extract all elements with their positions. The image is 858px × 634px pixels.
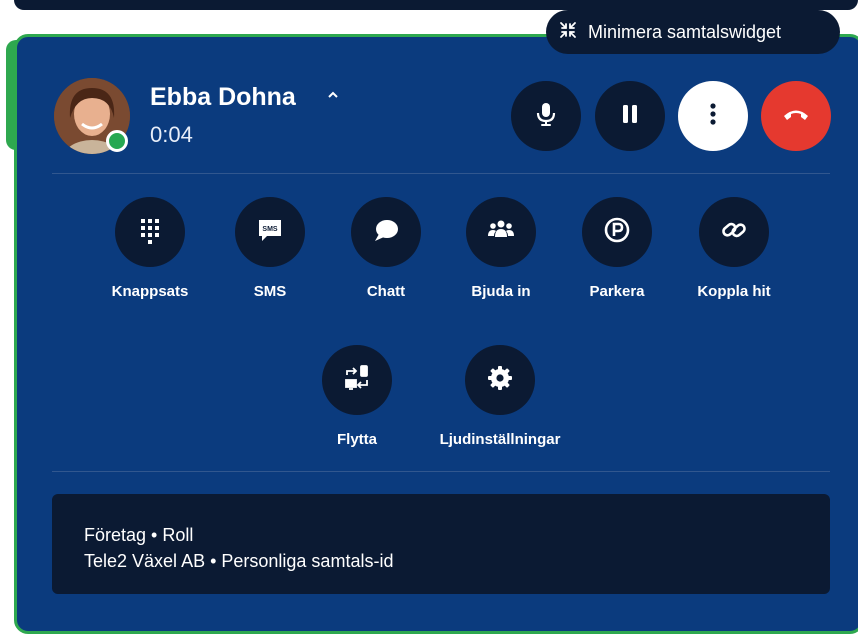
mute-button[interactable] [511, 81, 581, 151]
transfer-device-icon [342, 363, 372, 398]
caret-up-icon[interactable] [327, 90, 339, 100]
minimize-arrows-icon [558, 20, 578, 45]
call-timer: 0:04 [150, 122, 193, 147]
action-label: SMS [253, 283, 287, 300]
pause-icon [615, 99, 645, 134]
action-keypad[interactable]: Knappsats [85, 197, 215, 300]
action-label: Flytta [336, 431, 377, 448]
svg-text:SMS: SMS [262, 226, 278, 233]
action-audio-settings[interactable]: Ljudinställningar [435, 345, 565, 448]
keypad-icon [135, 215, 165, 250]
more-options-button[interactable] [678, 81, 748, 151]
top-dark-bar [14, 0, 858, 10]
action-sms[interactable]: SMS SMS [205, 197, 335, 300]
action-keypad-circle[interactable] [115, 197, 185, 267]
link-icon [719, 215, 749, 250]
action-invite[interactable]: Bjuda in [436, 197, 566, 300]
action-chat-circle[interactable] [351, 197, 421, 267]
gear-icon [485, 363, 515, 398]
action-park[interactable]: Parkera [552, 197, 682, 300]
people-icon [486, 215, 516, 250]
action-connect-here[interactable]: Koppla hit [669, 197, 799, 300]
action-label: Knappsats [111, 283, 189, 300]
info-line-company-role: Företag • Roll [84, 525, 194, 545]
hold-button[interactable] [595, 81, 665, 151]
microphone-icon [531, 99, 561, 134]
parking-icon [602, 215, 632, 250]
action-sms-circle[interactable]: SMS [235, 197, 305, 267]
action-label: Koppla hit [697, 283, 771, 300]
sms-icon: SMS [255, 215, 285, 250]
action-invite-circle[interactable] [466, 197, 536, 267]
divider-top [52, 173, 830, 174]
action-chat[interactable]: Chatt [321, 197, 451, 300]
minimize-widget-button[interactable]: Minimera samtalswidget [546, 10, 840, 54]
action-move[interactable]: Flytta [292, 345, 422, 448]
more-vertical-icon [698, 99, 728, 134]
action-label: Chatt [366, 283, 406, 300]
hang-up-icon [781, 99, 811, 134]
action-park-circle[interactable] [582, 197, 652, 267]
caller-name: Ebba Dohna [150, 83, 296, 111]
action-label: Parkera [589, 283, 645, 300]
hang-up-button[interactable] [761, 81, 831, 151]
action-label: Bjuda in [471, 283, 531, 300]
action-audio-settings-circle[interactable] [465, 345, 535, 415]
call-info-box: Företag • Roll Tele2 Växel AB • Personli… [52, 494, 830, 594]
minimize-label: Minimera samtalswidget [588, 21, 782, 42]
info-line-company-id: Tele2 Växel AB • Personliga samtals-id [84, 551, 394, 571]
chat-bubble-icon [371, 215, 401, 250]
action-move-circle[interactable] [322, 345, 392, 415]
action-connect-here-circle[interactable] [699, 197, 769, 267]
action-label: Ljudinställningar [439, 431, 561, 448]
divider-bottom [52, 471, 830, 472]
presence-indicator [106, 130, 128, 152]
